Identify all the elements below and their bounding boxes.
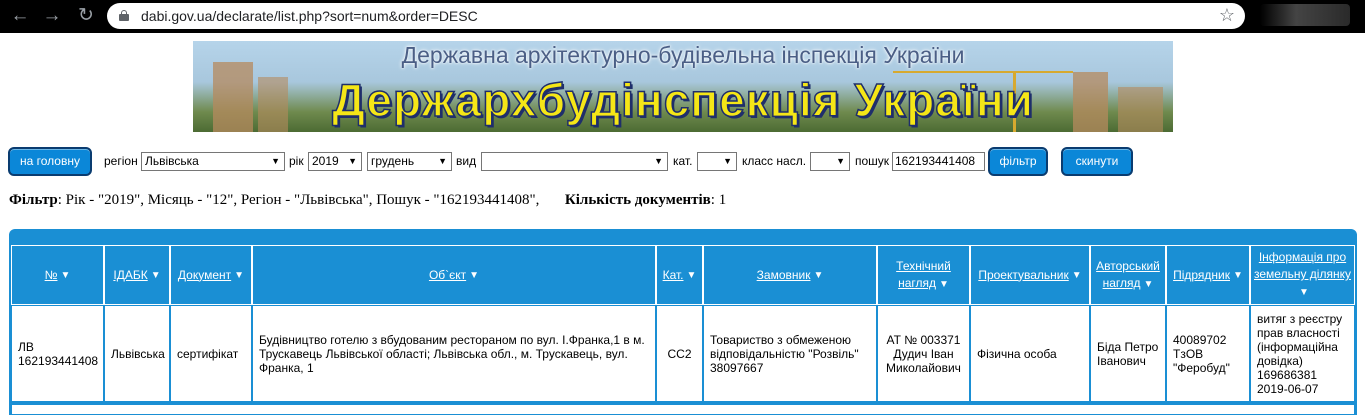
chevron-down-icon: ▼ [723, 156, 732, 166]
filter-summary-label: Фільтр [9, 192, 58, 208]
home-button[interactable]: на головну [8, 147, 92, 176]
type-label: вид [456, 154, 477, 168]
filter-button[interactable]: фільтр [988, 147, 1048, 176]
chevron-down-icon: ▼ [438, 156, 447, 166]
table-cell-document: сертифікат [170, 305, 252, 402]
reload-icon[interactable]: ↻ [74, 4, 98, 28]
header-designer[interactable]: Проектувальник ▼ [970, 245, 1090, 305]
table-cell-object: Будівництво готелю з вбудованим ресторан… [252, 305, 656, 402]
table-cell-author-supervision: Біда Петро Іванович [1090, 305, 1166, 402]
sort-icon: ▼ [1233, 269, 1243, 281]
sort-icon: ▼ [234, 269, 245, 281]
header-number[interactable]: № ▼ [11, 245, 104, 305]
url-text: dabi.gov.ua/declarate/list.php?sort=num&… [141, 8, 478, 24]
header-object[interactable]: Об`єкт ▼ [252, 245, 656, 305]
search-input[interactable]: 162193441408 [892, 152, 985, 171]
year-select[interactable]: 2019 ▼ [308, 152, 362, 171]
table-cell-customer: Товариство з обмеженою відповідальністю … [703, 305, 877, 402]
banner-title: Держархбудінспекція України [331, 73, 1034, 127]
header-document[interactable]: Документ ▼ [170, 245, 252, 305]
sort-icon: ▼ [150, 269, 161, 281]
chevron-down-icon: ▼ [348, 156, 357, 166]
table-cell-technical-supervision: АТ № 003371 Дудич Іван Миколайович [877, 305, 970, 402]
browser-toolbar: ← → ↻ dabi.gov.ua/declarate/list.php?sor… [0, 0, 1365, 33]
sort-icon: ▼ [1143, 278, 1154, 290]
class-label: класс насл. [742, 154, 807, 168]
back-arrow-icon[interactable]: ← [8, 4, 32, 28]
table-cell-land-info: витяг з реєстру прав власності (інформац… [1250, 305, 1355, 402]
document-count-label: Кількість документів [564, 192, 711, 208]
class-select[interactable]: ▼ [810, 152, 850, 171]
table-cell-category: СС2 [656, 305, 703, 402]
year-label: рік [289, 154, 304, 168]
reset-button[interactable]: скинути [1061, 147, 1133, 176]
address-bar[interactable]: dabi.gov.ua/declarate/list.php?sort=num&… [107, 3, 1245, 29]
header-author-supervision[interactable]: Авторський нагляд ▼ [1090, 245, 1166, 305]
forward-arrow-icon[interactable]: → [40, 4, 64, 28]
search-label: пошук [855, 154, 890, 168]
month-select[interactable]: грудень ▼ [367, 152, 452, 171]
table-cell-number: ЛВ 162193441408 [11, 305, 104, 402]
sort-icon: ▼ [60, 269, 71, 281]
table-cell-designer: Фізична особа [970, 305, 1090, 402]
declarations-table: № ▼ ІДАБК ▼ Документ ▼ Об`єкт ▼ Кат. ▼ Замовн… [9, 229, 1357, 415]
sort-icon: ▼ [1299, 287, 1309, 298]
header-customer[interactable]: Замовник ▼ [703, 245, 877, 305]
type-select[interactable]: ▼ [481, 152, 668, 171]
browser-extensions-area [1260, 4, 1350, 26]
header-contractor[interactable]: Підрядник ▼ [1166, 245, 1250, 305]
table-cell-contractor: 40089702 ТзОВ "Феробуд" [1166, 305, 1250, 402]
header-category[interactable]: Кат. ▼ [656, 245, 703, 305]
sort-icon: ▼ [1071, 269, 1082, 281]
document-count-value: : 1 [710, 192, 727, 208]
chevron-down-icon: ▼ [836, 156, 845, 166]
chevron-down-icon: ▼ [271, 156, 280, 166]
filter-summary-text: : Рік - "2019", Місяць - "12", Регіон - … [57, 192, 540, 208]
chevron-down-icon: ▼ [654, 156, 663, 166]
category-select[interactable]: ▼ [697, 152, 737, 171]
sort-icon: ▼ [813, 269, 824, 281]
table-cell-idabk: Львівська [104, 305, 170, 402]
category-label: кат. [673, 154, 693, 168]
region-label: регіон [104, 154, 138, 168]
lock-icon [119, 10, 129, 21]
sort-icon: ▼ [686, 269, 697, 281]
filter-summary: Фільтр: Рік - "2019", Місяць - "12", Рег… [9, 192, 726, 209]
banner-subtitle: Державна архітектурно-будівельна інспекц… [401, 42, 965, 68]
sort-icon: ▼ [939, 278, 949, 290]
table-footer-row [11, 404, 1355, 415]
region-select[interactable]: Львівська ▼ [141, 152, 285, 171]
header-technical-supervision[interactable]: Технічний нагляд ▼ [877, 245, 970, 305]
header-land-info[interactable]: Інформація про земельну ділянку▼ [1250, 245, 1355, 305]
site-banner: Державна архітектурно-будівельна інспекц… [193, 41, 1173, 132]
header-idabk[interactable]: ІДАБК ▼ [104, 245, 170, 305]
sort-icon: ▼ [469, 269, 480, 281]
bookmark-star-icon[interactable]: ☆ [1219, 5, 1235, 26]
